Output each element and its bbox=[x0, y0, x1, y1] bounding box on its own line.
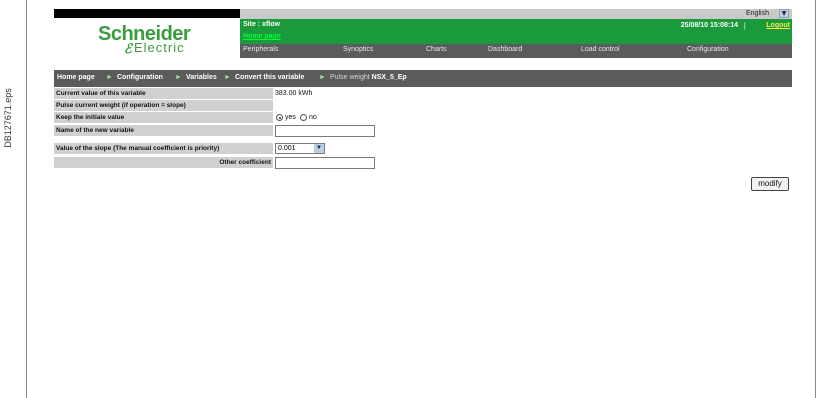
datetime: 25/08/10 15:08:14 bbox=[680, 22, 738, 29]
current-value: 383.00 kWh bbox=[275, 90, 313, 97]
home-link[interactable]: Home page bbox=[243, 33, 281, 40]
breadcrumb-arrow-icon: ► bbox=[224, 74, 231, 81]
keep-yes-radio[interactable] bbox=[276, 114, 283, 121]
other-coefficient-label: Other coefficient bbox=[54, 157, 273, 168]
chevron-down-icon[interactable]: ▼ bbox=[779, 9, 789, 18]
new-variable-label: Name of the new variable bbox=[54, 125, 273, 136]
nav-item-load-control[interactable]: Load control bbox=[581, 46, 620, 53]
schneider-logo: Schneider ℰ Electric bbox=[98, 23, 218, 57]
logout-link[interactable]: Logout bbox=[766, 22, 790, 29]
nav-item-peripherals[interactable]: Peripherals bbox=[243, 46, 278, 53]
breadcrumb-current: Pulse weight NSX_5_Ep bbox=[330, 74, 407, 81]
breadcrumb-arrow-icon: ► bbox=[106, 74, 113, 81]
header-grey-strip bbox=[240, 9, 792, 19]
nav-item-charts[interactable]: Charts bbox=[426, 46, 447, 53]
current-value-label: Current value of this variable bbox=[54, 88, 273, 99]
slope-label: Value of the slope (The manual coefficie… bbox=[54, 143, 273, 154]
side-label: DB127671.eps bbox=[2, 78, 14, 158]
breadcrumb-arrow-icon: ► bbox=[175, 74, 182, 81]
keep-initial-label: Keep the initiale value bbox=[54, 112, 273, 123]
breadcrumb-arrow-icon: ► bbox=[319, 74, 326, 81]
logo-swoosh-icon: ℰ bbox=[124, 41, 132, 56]
app-container: English ▼ Schneider ℰ Electric Site : xf… bbox=[54, 9, 792, 398]
logo-sub-text: Electric bbox=[134, 40, 185, 55]
new-variable-input[interactable] bbox=[275, 125, 375, 137]
site-name: Site : xflow bbox=[243, 21, 280, 28]
main-nav: Peripherals Synoptics Charts Dashboard L… bbox=[240, 44, 792, 58]
breadcrumb: Home page ► Configuration ► Variables ► … bbox=[54, 70, 792, 87]
breadcrumb-convert[interactable]: Convert this variable bbox=[235, 74, 304, 81]
pulse-weight-label: Pulse current weight (if operation = slo… bbox=[54, 100, 273, 111]
site-bar: Site : xflow Home page 25/08/10 15:08:14… bbox=[240, 19, 792, 44]
header-black-strip bbox=[54, 9, 240, 18]
breadcrumb-home[interactable]: Home page bbox=[57, 74, 95, 81]
breadcrumb-configuration[interactable]: Configuration bbox=[117, 74, 163, 81]
chevron-down-icon[interactable]: ▼ bbox=[314, 144, 324, 153]
side-label-text: DB127671.eps bbox=[3, 88, 13, 148]
breadcrumb-variables[interactable]: Variables bbox=[186, 74, 217, 81]
slope-select[interactable]: 0.001 ▼ bbox=[275, 143, 325, 154]
other-coefficient-input[interactable] bbox=[275, 157, 375, 169]
language-select[interactable]: English bbox=[746, 10, 769, 17]
nav-item-configuration[interactable]: Configuration bbox=[687, 46, 729, 53]
keep-no-label: no bbox=[309, 114, 317, 121]
breadcrumb-current-prefix: Pulse weight bbox=[330, 74, 370, 81]
separator: | bbox=[743, 22, 746, 30]
keep-yes-label: yes bbox=[285, 114, 296, 121]
modify-button[interactable]: modify bbox=[751, 177, 789, 191]
nav-item-dashboard[interactable]: Dashboard bbox=[488, 46, 522, 53]
nav-item-synoptics[interactable]: Synoptics bbox=[343, 46, 373, 53]
keep-no-radio[interactable] bbox=[300, 114, 307, 121]
breadcrumb-current-name: NSX_5_Ep bbox=[371, 74, 407, 81]
slope-select-value: 0.001 bbox=[278, 145, 296, 152]
